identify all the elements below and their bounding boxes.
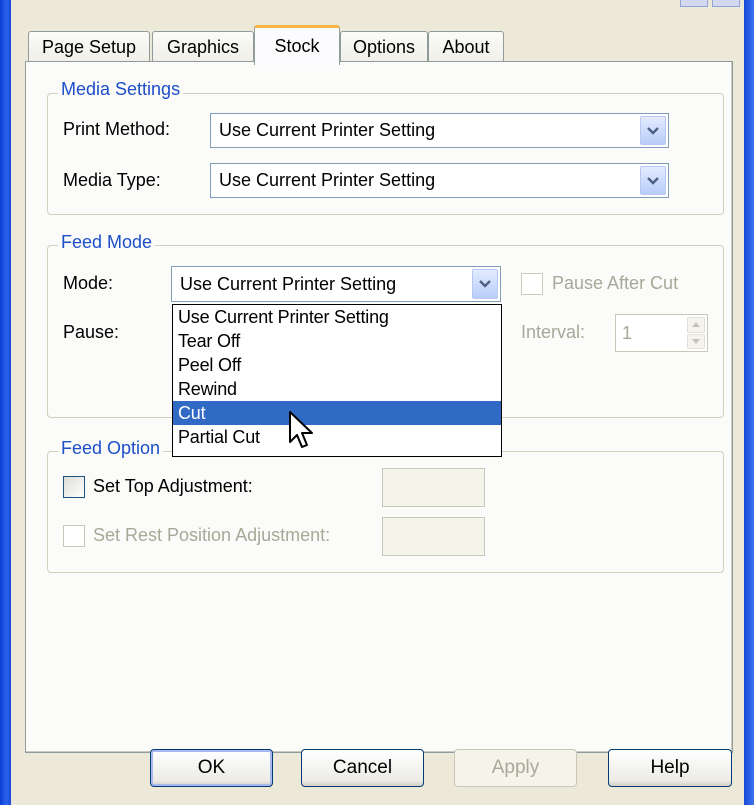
dropdown-option[interactable]: Use Current Printer Setting bbox=[173, 305, 501, 329]
dropdown-option-selected[interactable]: Cut bbox=[173, 401, 501, 425]
media-type-select[interactable]: Use Current Printer Setting bbox=[210, 163, 669, 198]
window-frame-left bbox=[0, 0, 11, 805]
pause-after-cut-label: Pause After Cut bbox=[552, 273, 679, 293]
print-method-value: Use Current Printer Setting bbox=[219, 120, 436, 140]
pause-after-cut-checkbox[interactable] bbox=[521, 273, 543, 295]
chevron-down-icon[interactable] bbox=[640, 166, 666, 195]
mode-select[interactable]: Use Current Printer Setting bbox=[171, 266, 501, 302]
spinner-buttons[interactable] bbox=[687, 317, 705, 349]
set-rest-position-checkbox[interactable] bbox=[63, 525, 85, 547]
title-button-edge[interactable] bbox=[712, 0, 740, 7]
top-adjustment-input[interactable] bbox=[382, 468, 485, 507]
feed-options-title: Feed Option bbox=[58, 438, 164, 459]
media-settings-title: Media Settings bbox=[58, 79, 184, 100]
interval-label: Interval: bbox=[521, 322, 586, 342]
spin-down-icon[interactable] bbox=[687, 333, 705, 349]
tab-stock[interactable]: Stock bbox=[254, 25, 340, 65]
media-type-value: Use Current Printer Setting bbox=[219, 170, 436, 190]
mode-dropdown-list[interactable]: Use Current Printer Setting Tear Off Pee… bbox=[172, 304, 502, 457]
title-button-edge[interactable] bbox=[680, 0, 708, 7]
pause-label: Pause: bbox=[63, 322, 120, 342]
tab-options[interactable]: Options bbox=[340, 31, 428, 62]
print-method-label: Print Method: bbox=[63, 119, 171, 139]
dropdown-option[interactable]: Rewind bbox=[173, 377, 501, 401]
tab-about[interactable]: About bbox=[428, 31, 504, 62]
mouse-cursor-icon bbox=[288, 410, 316, 455]
interval-value: 1 bbox=[622, 322, 633, 343]
spin-up-icon[interactable] bbox=[687, 317, 705, 333]
help-button[interactable]: Help bbox=[608, 749, 732, 787]
rest-position-input[interactable] bbox=[382, 517, 485, 556]
print-method-select[interactable]: Use Current Printer Setting bbox=[210, 113, 669, 148]
chevron-down-icon[interactable] bbox=[472, 269, 498, 299]
dropdown-option[interactable]: Partial Cut bbox=[173, 425, 501, 449]
set-rest-position-label: Set Rest Position Adjustment: bbox=[93, 525, 331, 545]
window-frame-right bbox=[744, 0, 754, 805]
mode-value: Use Current Printer Setting bbox=[180, 273, 397, 294]
dropdown-option[interactable]: Tear Off bbox=[173, 329, 501, 353]
tab-graphics[interactable]: Graphics bbox=[152, 31, 254, 62]
cancel-button[interactable]: Cancel bbox=[301, 749, 424, 787]
mode-label: Mode: bbox=[63, 273, 114, 293]
set-top-adjustment-checkbox[interactable] bbox=[63, 476, 85, 498]
set-top-adjustment-label: Set Top Adjustment: bbox=[93, 476, 253, 496]
apply-button[interactable]: Apply bbox=[454, 749, 577, 787]
interval-spinner[interactable]: 1 bbox=[615, 314, 708, 352]
feed-mode-title: Feed Mode bbox=[58, 232, 156, 253]
tab-page-setup[interactable]: Page Setup bbox=[28, 31, 150, 62]
dropdown-option[interactable]: Peel Off bbox=[173, 353, 501, 377]
media-type-label: Media Type: bbox=[63, 170, 161, 190]
chevron-down-icon[interactable] bbox=[640, 116, 666, 145]
ok-button[interactable]: OK bbox=[150, 749, 273, 787]
window-top-strip bbox=[11, 0, 744, 10]
